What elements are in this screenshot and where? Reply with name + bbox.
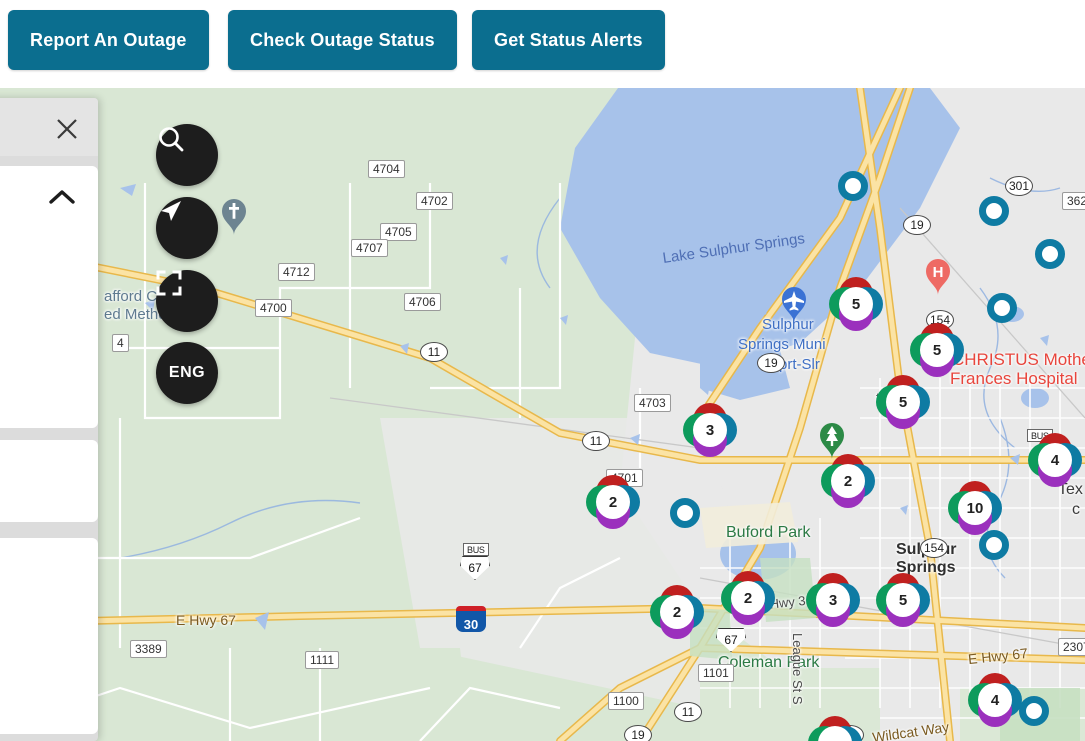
panel-header — [0, 98, 98, 156]
outage-cluster-marker[interactable]: 4 — [1028, 433, 1082, 487]
cluster-count: 5 — [839, 287, 873, 321]
search-button[interactable] — [156, 124, 218, 186]
outage-cluster-marker[interactable]: 5 — [829, 277, 883, 331]
road-plaque: 4702 — [416, 192, 453, 210]
fullscreen-button[interactable] — [156, 270, 218, 332]
outage-cluster-marker[interactable]: 3 — [806, 573, 860, 627]
outage-single-marker[interactable] — [979, 196, 1009, 226]
locate-me-button[interactable] — [156, 197, 218, 259]
cluster-count: 3 — [816, 583, 850, 617]
svg-text:H: H — [933, 264, 944, 281]
cluster-count: 2 — [731, 581, 765, 615]
outage-single-marker[interactable] — [1019, 696, 1049, 726]
eta-duration-text: 0 minutes. — [0, 476, 86, 498]
panel-eta-card: M 0 minutes. — [0, 440, 98, 522]
outage-cluster-marker[interactable]: 2 — [586, 475, 640, 529]
cluster-count: 4 — [1038, 443, 1072, 477]
route-shield: 19 — [624, 725, 652, 741]
cluster-count: 5 — [920, 333, 954, 367]
cluster-count: 10 — [958, 491, 992, 525]
navigation-arrow-icon — [161, 201, 181, 221]
cluster-count: 2 — [596, 485, 630, 519]
fullscreen-icon — [156, 270, 182, 296]
route-shield: 11 — [582, 431, 610, 451]
road-plaque: 1111 — [305, 651, 340, 669]
outage-cluster-marker[interactable]: 2 — [821, 454, 875, 508]
panel-filters-card — [0, 538, 98, 734]
airport-pin[interactable] — [780, 286, 808, 324]
check-outage-status-button[interactable]: Check Outage Status — [228, 10, 457, 70]
outage-cluster-marker[interactable]: 5 — [876, 573, 930, 627]
outage-cluster-marker[interactable] — [808, 716, 862, 741]
route-shield: 11 — [420, 342, 448, 362]
panel-collapsible-card — [0, 166, 98, 428]
road-plaque: 4707 — [351, 239, 388, 257]
road-plaque: 4703 — [634, 394, 671, 412]
road-plaque: 3389 — [130, 640, 167, 658]
cluster-count: 2 — [831, 464, 865, 498]
route-shield: 11 — [674, 702, 702, 722]
outage-cluster-marker[interactable]: 4 — [968, 673, 1022, 727]
outage-cluster-marker[interactable]: 5 — [876, 375, 930, 429]
cluster-count: 5 — [886, 583, 920, 617]
route-shield: 19 — [903, 215, 931, 235]
road-plaque: 1100 — [608, 692, 644, 710]
cluster-count: 3 — [693, 413, 727, 447]
route-shield: 301 — [1005, 176, 1033, 196]
outage-cluster-marker[interactable]: 2 — [650, 585, 704, 639]
road-plaque: 4712 — [278, 263, 315, 281]
church-pin[interactable] — [220, 198, 248, 236]
outage-single-marker[interactable] — [987, 293, 1017, 323]
outage-map-page: Report An Outage Check Outage Status Get… — [0, 0, 1085, 741]
road-plaque: 4 — [112, 334, 129, 352]
road-plaque: 4704 — [368, 160, 405, 178]
outage-cluster-marker[interactable]: 3 — [683, 403, 737, 457]
route-shield: 154 — [920, 538, 948, 558]
outage-info-panel: M 0 minutes. — [0, 98, 98, 741]
outage-cluster-marker[interactable]: 5 — [910, 323, 964, 377]
outage-single-marker[interactable] — [670, 498, 700, 528]
road-plaque: 2307 — [1058, 638, 1085, 656]
bus-badge: BUS — [463, 543, 489, 556]
close-x-icon — [57, 119, 77, 139]
language-toggle-button[interactable]: ENG — [156, 342, 218, 404]
cluster-count: 4 — [978, 683, 1012, 717]
road-plaque: 1101 — [698, 664, 734, 682]
hospital-pin[interactable]: H — [924, 258, 952, 296]
cluster-count: 5 — [886, 385, 920, 419]
get-status-alerts-button[interactable]: Get Status Alerts — [472, 10, 665, 70]
report-an-outage-button[interactable]: Report An Outage — [8, 10, 209, 70]
road-plaque: 3623 — [1062, 192, 1085, 210]
cluster-count: 2 — [660, 595, 694, 629]
language-label: ENG — [168, 364, 206, 381]
top-action-bar: Report An Outage Check Outage Status Get… — [0, 0, 1085, 88]
route-shield: 19 — [757, 353, 785, 373]
road-plaque: 4700 — [255, 299, 292, 317]
road-plaque: 4706 — [404, 293, 441, 311]
chevron-up-glyph — [49, 190, 75, 204]
outage-cluster-marker[interactable]: 10 — [948, 481, 1002, 535]
interstate-shield: 30 — [456, 606, 486, 632]
outage-single-marker[interactable] — [1035, 239, 1065, 269]
outage-map-canvas[interactable]: Lake Sulphur Springs Sulphur Springs Mun… — [0, 88, 1085, 741]
close-icon[interactable] — [54, 116, 80, 142]
outage-single-marker[interactable] — [838, 171, 868, 201]
chevron-up-icon[interactable] — [48, 188, 76, 208]
search-icon — [159, 127, 184, 152]
outage-cluster-marker[interactable]: 2 — [721, 571, 775, 625]
eta-time-text: M — [0, 454, 86, 476]
